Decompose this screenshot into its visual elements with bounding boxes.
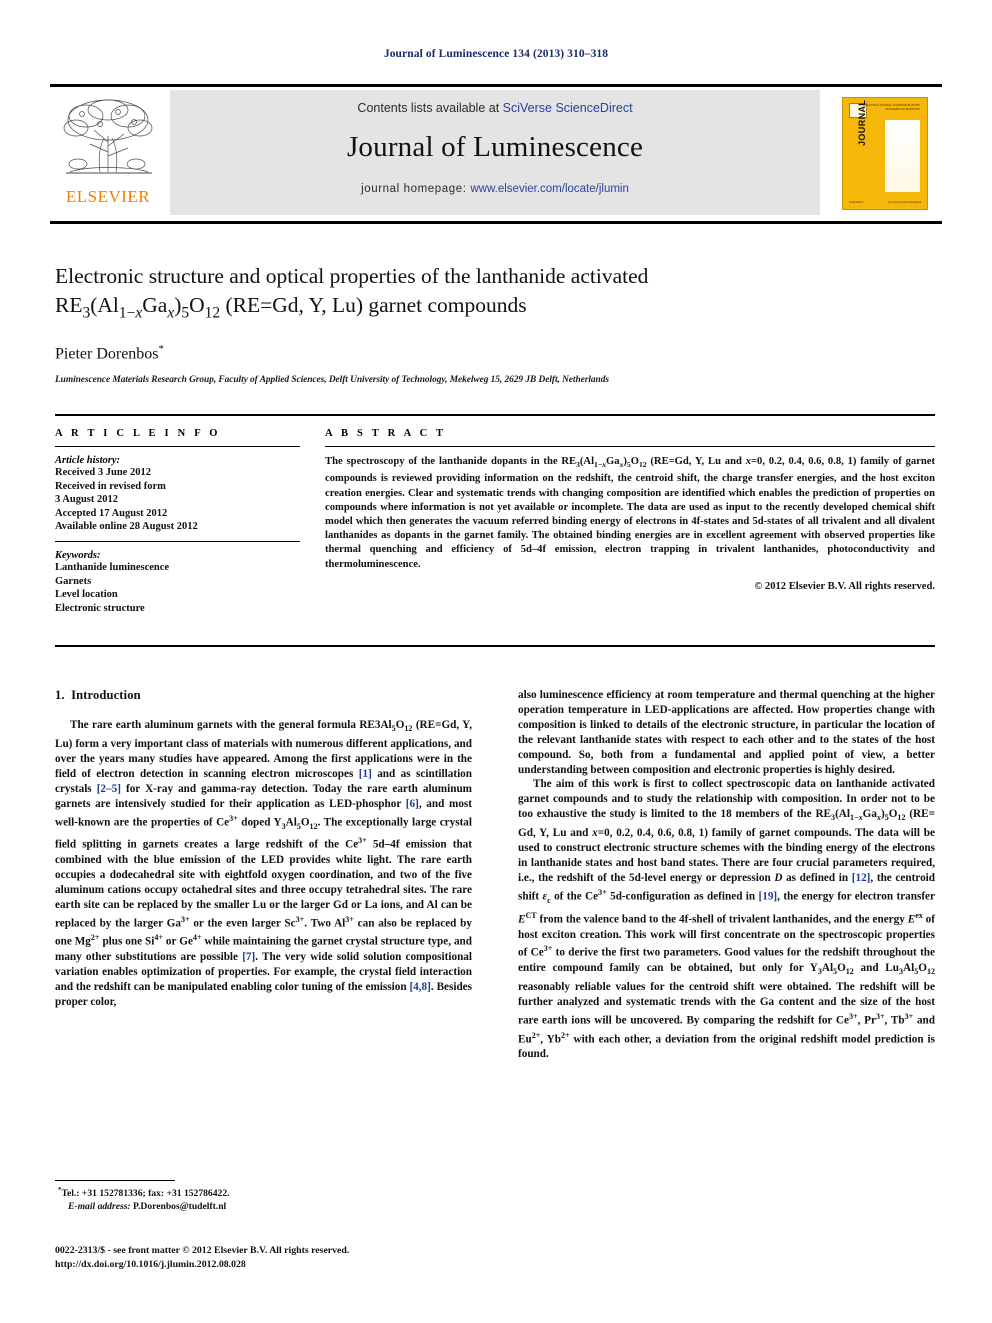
article-info-heading: A R T I C L E I N F O [55, 428, 221, 439]
elsevier-logo: ELSEVIER [52, 90, 164, 215]
title-line-2: RE3(Al1−xGax)5O12 (RE=Gd, Y, Lu) garnet … [55, 293, 527, 321]
journal-title: Journal of Luminescence [346, 131, 644, 163]
section-heading-introduction: 1. Introduction [55, 688, 472, 703]
journal-masthead: ELSEVIER Contents lists available at Sci… [50, 84, 942, 224]
title-o: O [189, 293, 205, 317]
cover-white-panel [885, 120, 920, 192]
running-head: Journal of Luminescence 134 (2013) 310–3… [383, 48, 609, 60]
body-column-left: 1. Introduction The rare earth aluminum … [55, 688, 472, 1010]
copyright-notice: © 2012 Elsevier B.V. All rights reserved… [754, 580, 935, 592]
article-page: Journal of Luminescence 134 (2013) 310–3… [0, 0, 992, 1323]
title-tail: (RE=Gd, Y, Lu) garnet compounds [220, 293, 527, 317]
contents-prefix: Contents lists available at [357, 101, 503, 115]
imprint-line-2[interactable]: http://dx.doi.org/10.1016/j.jlumin.2012.… [55, 1258, 515, 1272]
footnote-tel: *Tel.: +31 152781336; fax: +31 152786422… [58, 1184, 478, 1200]
contents-available-line: Contents lists available at SciVerse Sci… [170, 101, 820, 115]
paragraph: also luminescence efficiency at room tem… [518, 689, 935, 776]
keywords-divider [55, 540, 300, 542]
article-history-item: Received in revised form [55, 480, 166, 492]
title-ga: Ga [142, 293, 168, 317]
cover-footer-left: ScienceDirect [849, 201, 864, 204]
article-history-item: 3 August 2012 [55, 494, 119, 506]
footnote-email-label: E-mail address: [68, 1201, 131, 1213]
cover-footer: ScienceDirect www.elsevier.com/locate/jl… [849, 201, 921, 204]
abstract-section: A B S T R A C T The spectroscopy of the … [325, 428, 935, 592]
affiliation: Luminescence Materials Research Group, F… [55, 374, 609, 385]
journal-cover-image: INTERNATIONAL JOURNAL OF RESEARCH ON THE… [842, 97, 928, 210]
article-history-item: Received 3 June 2012 [55, 467, 151, 478]
abstract-heading: A B S T R A C T [325, 428, 447, 439]
footnote-email: E-mail address: P.Dorenbos@tudelft.nl [58, 1200, 478, 1213]
title-block: Electronic structure and optical propert… [55, 262, 935, 385]
masthead-bottom-rule [50, 221, 942, 224]
title-sub-12: 12 [204, 304, 221, 322]
paragraph: The aim of this work is first to collect… [518, 778, 935, 1061]
article-info-section: A R T I C L E I N F O Article history: R… [55, 428, 300, 615]
homepage-prefix: journal homepage: [361, 183, 471, 195]
masthead-center-block: Contents lists available at SciVerse Sci… [170, 90, 820, 215]
journal-homepage-link[interactable]: www.elsevier.com/locate/jlumin [470, 183, 629, 195]
article-history-item: Accepted 17 August 2012 [55, 507, 168, 519]
keyword-item: Electronic structure [55, 602, 145, 614]
imprint-line-1: 0022-2313/$ - see front matter © 2012 El… [55, 1245, 350, 1256]
section-title-text: Introduction [71, 688, 141, 702]
journal-homepage-line: journal homepage: www.elsevier.com/locat… [170, 183, 820, 195]
keywords-label: Keywords: [55, 549, 101, 561]
keyword-item: Level location [55, 589, 118, 601]
article-history-label: Article history: [55, 455, 121, 466]
keyword-item: Lanthanide luminescence [55, 561, 170, 573]
title-sub-1x: 1−x [118, 304, 143, 322]
elsevier-tree-icon [63, 99, 153, 174]
author-footnote-marker[interactable]: * [159, 343, 165, 355]
article-info-divider [55, 446, 300, 447]
footnote-block: *Tel.: +31 152781336; fax: +31 152786422… [58, 1184, 478, 1213]
info-top-rule [55, 414, 935, 416]
keyword-item: Garnets [55, 575, 92, 587]
body-column-right: also luminescence efficiency at room tem… [518, 688, 935, 1062]
abstract-text: The spectroscopy of the lanthanide dopan… [325, 456, 935, 570]
sciencedirect-link[interactable]: SciVerse ScienceDirect [503, 101, 633, 115]
page-title: Electronic structure and optical propert… [55, 262, 935, 327]
cover-vertical-title: JOURNAL OF LUMINESCENCE [857, 98, 883, 146]
footnote-rule [55, 1180, 175, 1181]
author-list: Pieter Dorenbos* [55, 343, 935, 363]
abstract-divider [325, 446, 935, 447]
title-re: RE [55, 293, 83, 317]
masthead-top-rule [50, 84, 942, 87]
imprint-block: 0022-2313/$ - see front matter © 2012 El… [55, 1244, 515, 1271]
footnote-tel-text: Tel.: +31 152781336; fax: +31 152786422. [61, 1188, 230, 1200]
paragraph: The rare earth aluminum garnets with the… [55, 718, 473, 1008]
elsevier-wordmark: ELSEVIER [65, 187, 151, 206]
section-number: 1. [55, 688, 65, 702]
info-bottom-rule [55, 645, 935, 647]
footnote-email-address[interactable]: P.Dorenbos@tudelft.nl [133, 1201, 226, 1212]
title-sub-5: 5 [181, 304, 190, 322]
author-name: Pieter Dorenbos [55, 345, 159, 363]
title-al-open: (Al [90, 293, 119, 317]
title-line-1: Electronic structure and optical propert… [55, 264, 649, 288]
article-history-item: Available online 28 August 2012 [55, 521, 198, 533]
cover-footer-right: www.elsevier.com/locate/jlumin [887, 201, 921, 204]
journal-cover-thumbnail: INTERNATIONAL JOURNAL OF RESEARCH ON THE… [828, 90, 940, 215]
